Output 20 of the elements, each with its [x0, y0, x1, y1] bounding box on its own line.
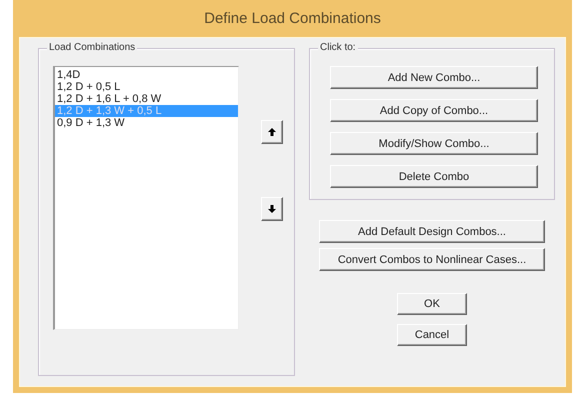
dialog-button[interactable]: Add Copy of Combo...: [330, 99, 538, 122]
dialog-button[interactable]: Convert Combos to Nonlinear Cases...: [319, 248, 545, 271]
dialog-button[interactable]: Modify/Show Combo...: [330, 132, 538, 155]
group-label: Load Combinations: [47, 42, 138, 53]
dialog-button[interactable]: Add Default Design Combos...: [319, 220, 545, 243]
list-item[interactable]: 0,9 D + 1,3 W: [55, 117, 238, 129]
dialog-button[interactable]: Cancel: [397, 324, 467, 346]
move-up-button[interactable]: [261, 120, 283, 144]
arrow-up-icon: [267, 127, 277, 137]
list-item[interactable]: 1,4D: [55, 69, 238, 81]
move-down-button[interactable]: [261, 197, 283, 221]
dialog-button[interactable]: OK: [397, 293, 467, 315]
group-label: Click to:: [318, 42, 358, 53]
window-title: Define Load Combinations: [203, 9, 382, 29]
dialog-button[interactable]: Add New Combo...: [330, 66, 538, 89]
list-item[interactable]: 1,2 D + 1,6 L + 0,8 W: [55, 93, 238, 105]
list-item[interactable]: 1,2 D + 0,5 L: [55, 81, 238, 93]
combinations-list[interactable]: 1,4D 1,2 D + 0,5 L 1,2 D + 1,6 L + 0,8 W 1,2 D + 1,3 W + 0,5 L 0,9 D + 1,3 W: [53, 66, 239, 330]
dialog-button[interactable]: Delete Combo: [330, 165, 538, 188]
arrow-down-icon: [267, 204, 277, 214]
